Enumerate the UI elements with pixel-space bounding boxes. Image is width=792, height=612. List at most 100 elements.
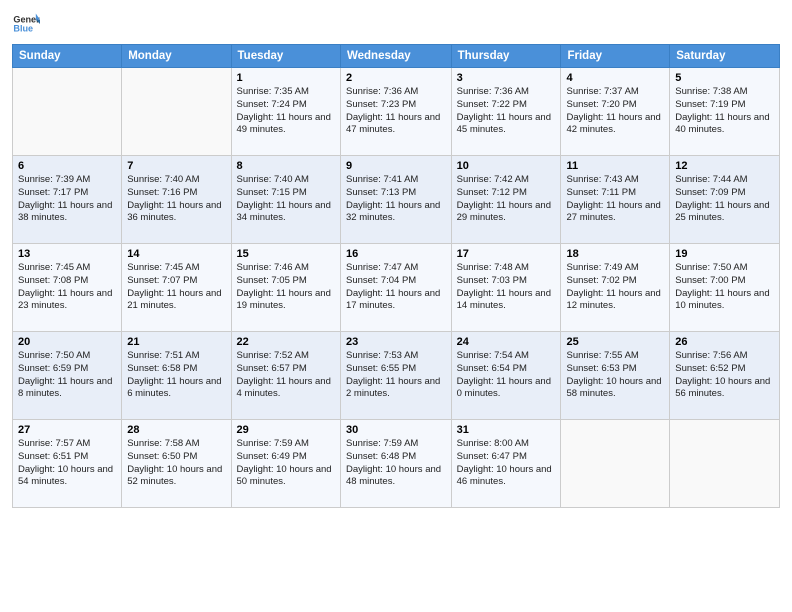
weekday-header-thursday: Thursday — [451, 45, 561, 68]
day-number: 18 — [566, 248, 664, 260]
day-info: Sunrise: 7:46 AMSunset: 7:05 PMDaylight:… — [237, 262, 335, 313]
day-info: Sunrise: 7:59 AMSunset: 6:49 PMDaylight:… — [237, 438, 335, 489]
day-info: Sunrise: 7:45 AMSunset: 7:08 PMDaylight:… — [18, 262, 116, 313]
weekday-header-saturday: Saturday — [670, 45, 780, 68]
calendar-cell: 18 Sunrise: 7:49 AMSunset: 7:02 PMDaylig… — [561, 244, 670, 332]
calendar-cell: 21 Sunrise: 7:51 AMSunset: 6:58 PMDaylig… — [122, 332, 231, 420]
day-number: 13 — [18, 248, 116, 260]
day-number: 11 — [566, 160, 664, 172]
page-container: General Blue SundayMondayTuesdayWednesda… — [0, 0, 792, 516]
day-number: 29 — [237, 424, 335, 436]
day-info: Sunrise: 7:37 AMSunset: 7:20 PMDaylight:… — [566, 86, 664, 137]
calendar-cell: 13 Sunrise: 7:45 AMSunset: 7:08 PMDaylig… — [13, 244, 122, 332]
day-info: Sunrise: 7:51 AMSunset: 6:58 PMDaylight:… — [127, 350, 225, 401]
calendar-cell: 7 Sunrise: 7:40 AMSunset: 7:16 PMDayligh… — [122, 156, 231, 244]
calendar-cell: 5 Sunrise: 7:38 AMSunset: 7:19 PMDayligh… — [670, 68, 780, 156]
day-number: 15 — [237, 248, 335, 260]
day-number: 1 — [237, 72, 335, 84]
day-info: Sunrise: 7:40 AMSunset: 7:16 PMDaylight:… — [127, 174, 225, 225]
calendar-cell: 16 Sunrise: 7:47 AMSunset: 7:04 PMDaylig… — [340, 244, 451, 332]
calendar-cell: 6 Sunrise: 7:39 AMSunset: 7:17 PMDayligh… — [13, 156, 122, 244]
calendar-cell: 19 Sunrise: 7:50 AMSunset: 7:00 PMDaylig… — [670, 244, 780, 332]
weekday-header-tuesday: Tuesday — [231, 45, 340, 68]
week-row-3: 13 Sunrise: 7:45 AMSunset: 7:08 PMDaylig… — [13, 244, 780, 332]
weekday-header-row: SundayMondayTuesdayWednesdayThursdayFrid… — [13, 45, 780, 68]
day-number: 17 — [457, 248, 556, 260]
day-number: 3 — [457, 72, 556, 84]
day-number: 21 — [127, 336, 225, 348]
day-number: 8 — [237, 160, 335, 172]
calendar-cell — [670, 420, 780, 508]
calendar-cell: 23 Sunrise: 7:53 AMSunset: 6:55 PMDaylig… — [340, 332, 451, 420]
calendar-cell: 25 Sunrise: 7:55 AMSunset: 6:53 PMDaylig… — [561, 332, 670, 420]
calendar-cell: 17 Sunrise: 7:48 AMSunset: 7:03 PMDaylig… — [451, 244, 561, 332]
day-number: 23 — [346, 336, 446, 348]
day-info: Sunrise: 7:41 AMSunset: 7:13 PMDaylight:… — [346, 174, 446, 225]
day-info: Sunrise: 7:48 AMSunset: 7:03 PMDaylight:… — [457, 262, 556, 313]
calendar-cell — [561, 420, 670, 508]
day-info: Sunrise: 7:52 AMSunset: 6:57 PMDaylight:… — [237, 350, 335, 401]
calendar-cell: 4 Sunrise: 7:37 AMSunset: 7:20 PMDayligh… — [561, 68, 670, 156]
day-number: 14 — [127, 248, 225, 260]
day-number: 20 — [18, 336, 116, 348]
day-number: 2 — [346, 72, 446, 84]
day-number: 25 — [566, 336, 664, 348]
calendar-cell: 12 Sunrise: 7:44 AMSunset: 7:09 PMDaylig… — [670, 156, 780, 244]
weekday-header-sunday: Sunday — [13, 45, 122, 68]
day-info: Sunrise: 7:42 AMSunset: 7:12 PMDaylight:… — [457, 174, 556, 225]
calendar-cell: 20 Sunrise: 7:50 AMSunset: 6:59 PMDaylig… — [13, 332, 122, 420]
weekday-header-friday: Friday — [561, 45, 670, 68]
day-number: 28 — [127, 424, 225, 436]
svg-text:Blue: Blue — [13, 24, 33, 34]
day-number: 26 — [675, 336, 774, 348]
calendar-cell: 1 Sunrise: 7:35 AMSunset: 7:24 PMDayligh… — [231, 68, 340, 156]
day-info: Sunrise: 7:53 AMSunset: 6:55 PMDaylight:… — [346, 350, 446, 401]
day-number: 7 — [127, 160, 225, 172]
day-info: Sunrise: 7:56 AMSunset: 6:52 PMDaylight:… — [675, 350, 774, 401]
day-number: 6 — [18, 160, 116, 172]
calendar-cell: 28 Sunrise: 7:58 AMSunset: 6:50 PMDaylig… — [122, 420, 231, 508]
calendar-table: SundayMondayTuesdayWednesdayThursdayFrid… — [12, 44, 780, 508]
day-info: Sunrise: 7:47 AMSunset: 7:04 PMDaylight:… — [346, 262, 446, 313]
day-number: 16 — [346, 248, 446, 260]
day-number: 30 — [346, 424, 446, 436]
day-info: Sunrise: 7:38 AMSunset: 7:19 PMDaylight:… — [675, 86, 774, 137]
week-row-5: 27 Sunrise: 7:57 AMSunset: 6:51 PMDaylig… — [13, 420, 780, 508]
day-info: Sunrise: 7:50 AMSunset: 6:59 PMDaylight:… — [18, 350, 116, 401]
day-number: 27 — [18, 424, 116, 436]
calendar-cell: 3 Sunrise: 7:36 AMSunset: 7:22 PMDayligh… — [451, 68, 561, 156]
week-row-2: 6 Sunrise: 7:39 AMSunset: 7:17 PMDayligh… — [13, 156, 780, 244]
day-info: Sunrise: 7:58 AMSunset: 6:50 PMDaylight:… — [127, 438, 225, 489]
calendar-cell: 27 Sunrise: 7:57 AMSunset: 6:51 PMDaylig… — [13, 420, 122, 508]
calendar-cell: 15 Sunrise: 7:46 AMSunset: 7:05 PMDaylig… — [231, 244, 340, 332]
day-info: Sunrise: 7:39 AMSunset: 7:17 PMDaylight:… — [18, 174, 116, 225]
day-info: Sunrise: 7:44 AMSunset: 7:09 PMDaylight:… — [675, 174, 774, 225]
calendar-cell: 30 Sunrise: 7:59 AMSunset: 6:48 PMDaylig… — [340, 420, 451, 508]
day-info: Sunrise: 7:45 AMSunset: 7:07 PMDaylight:… — [127, 262, 225, 313]
calendar-cell: 31 Sunrise: 8:00 AMSunset: 6:47 PMDaylig… — [451, 420, 561, 508]
calendar-cell: 9 Sunrise: 7:41 AMSunset: 7:13 PMDayligh… — [340, 156, 451, 244]
day-info: Sunrise: 7:43 AMSunset: 7:11 PMDaylight:… — [566, 174, 664, 225]
week-row-1: 1 Sunrise: 7:35 AMSunset: 7:24 PMDayligh… — [13, 68, 780, 156]
day-info: Sunrise: 8:00 AMSunset: 6:47 PMDaylight:… — [457, 438, 556, 489]
day-number: 5 — [675, 72, 774, 84]
calendar-cell: 14 Sunrise: 7:45 AMSunset: 7:07 PMDaylig… — [122, 244, 231, 332]
day-info: Sunrise: 7:55 AMSunset: 6:53 PMDaylight:… — [566, 350, 664, 401]
day-number: 24 — [457, 336, 556, 348]
day-info: Sunrise: 7:40 AMSunset: 7:15 PMDaylight:… — [237, 174, 335, 225]
day-number: 9 — [346, 160, 446, 172]
calendar-cell: 24 Sunrise: 7:54 AMSunset: 6:54 PMDaylig… — [451, 332, 561, 420]
calendar-cell: 11 Sunrise: 7:43 AMSunset: 7:11 PMDaylig… — [561, 156, 670, 244]
logo: General Blue — [12, 10, 42, 38]
day-number: 12 — [675, 160, 774, 172]
day-info: Sunrise: 7:49 AMSunset: 7:02 PMDaylight:… — [566, 262, 664, 313]
day-info: Sunrise: 7:57 AMSunset: 6:51 PMDaylight:… — [18, 438, 116, 489]
calendar-cell: 29 Sunrise: 7:59 AMSunset: 6:49 PMDaylig… — [231, 420, 340, 508]
weekday-header-monday: Monday — [122, 45, 231, 68]
day-info: Sunrise: 7:35 AMSunset: 7:24 PMDaylight:… — [237, 86, 335, 137]
calendar-cell: 10 Sunrise: 7:42 AMSunset: 7:12 PMDaylig… — [451, 156, 561, 244]
day-info: Sunrise: 7:36 AMSunset: 7:23 PMDaylight:… — [346, 86, 446, 137]
calendar-cell: 26 Sunrise: 7:56 AMSunset: 6:52 PMDaylig… — [670, 332, 780, 420]
day-number: 4 — [566, 72, 664, 84]
day-info: Sunrise: 7:50 AMSunset: 7:00 PMDaylight:… — [675, 262, 774, 313]
